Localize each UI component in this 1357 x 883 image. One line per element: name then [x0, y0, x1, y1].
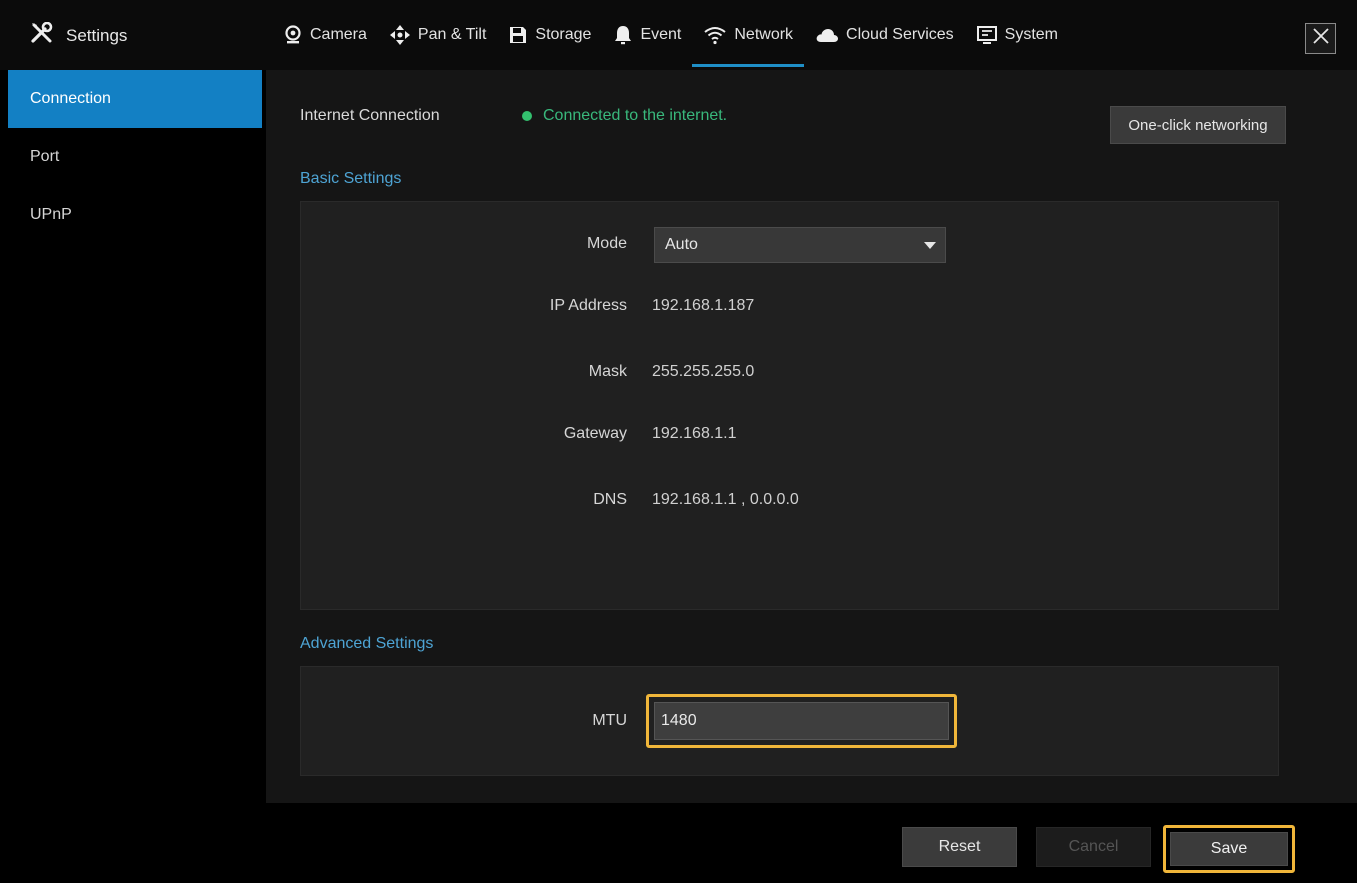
tab-camera-label: Camera: [310, 26, 367, 43]
pan-tilt-icon: [389, 24, 411, 46]
mtu-label: MTU: [592, 712, 627, 729]
tab-camera[interactable]: Camera: [272, 0, 378, 70]
tab-system-label: System: [1004, 26, 1058, 43]
tab-pan-tilt-label: Pan & Tilt: [417, 26, 487, 43]
sidebar-item-label: UPnP: [30, 206, 72, 223]
top-navigation-bar: Settings Camera Pan & Tilt Storage Event: [0, 0, 1357, 70]
tab-cloud-services[interactable]: Cloud Services: [804, 0, 965, 70]
tab-network[interactable]: Network: [692, 0, 804, 70]
settings-tools-icon: [30, 21, 54, 49]
close-icon: [1312, 27, 1330, 50]
ip-address-value: 192.168.1.187: [652, 297, 755, 314]
monitor-icon: [976, 25, 998, 45]
basic-settings-panel: Mode Auto IP Address 192.168.1.187 Mask …: [300, 201, 1279, 610]
tab-cloud-services-label: Cloud Services: [846, 26, 954, 43]
sidebar-item-label: Connection: [30, 90, 111, 107]
advanced-settings-title: Advanced Settings: [300, 635, 434, 652]
mode-select[interactable]: Auto: [654, 227, 946, 263]
mode-select-value: Auto: [665, 236, 698, 253]
gateway-label: Gateway: [563, 425, 627, 442]
storage-icon: [508, 25, 528, 45]
tab-event[interactable]: Event: [602, 0, 692, 70]
tab-network-label: Network: [734, 26, 794, 43]
reset-button[interactable]: Reset: [902, 827, 1017, 867]
internet-connection-label: Internet Connection: [300, 107, 440, 124]
cancel-button[interactable]: Cancel: [1036, 827, 1151, 867]
basic-settings-title: Basic Settings: [300, 170, 402, 187]
advanced-settings-panel: MTU: [300, 666, 1279, 776]
footer-actions: Reset Cancel Save: [266, 803, 1357, 883]
dns-value: 192.168.1.1 , 0.0.0.0: [652, 491, 799, 508]
main-content: Internet Connection Connected to the int…: [266, 70, 1357, 803]
chevron-down-icon: [924, 242, 936, 249]
dns-label: DNS: [593, 491, 627, 508]
connection-status-text: Connected to the internet.: [543, 107, 728, 124]
mask-label: Mask: [588, 363, 627, 380]
one-click-networking-button[interactable]: One-click networking: [1110, 106, 1286, 144]
tab-storage[interactable]: Storage: [497, 0, 602, 70]
mode-label: Mode: [586, 235, 627, 252]
mtu-highlight-frame: [646, 694, 957, 748]
wifi-icon: [703, 25, 727, 45]
main-tabs: Camera Pan & Tilt Storage Event Network: [272, 0, 1069, 70]
save-button[interactable]: Save: [1170, 832, 1288, 866]
gateway-value: 192.168.1.1: [652, 425, 737, 442]
camera-icon: [283, 25, 303, 45]
mask-value: 255.255.255.0: [652, 363, 755, 380]
tab-system[interactable]: System: [965, 0, 1069, 70]
save-highlight-frame: Save: [1163, 825, 1295, 873]
tab-event-label: Event: [640, 26, 682, 43]
mtu-input[interactable]: [654, 702, 949, 740]
sidebar-item-port[interactable]: Port: [8, 128, 262, 186]
tab-pan-tilt[interactable]: Pan & Tilt: [378, 0, 497, 70]
ip-address-label: IP Address: [549, 297, 627, 314]
app-brand: Settings: [30, 21, 128, 49]
status-dot-icon: [522, 111, 532, 121]
sidebar: Connection Port UPnP: [8, 70, 262, 883]
app-title: Settings: [66, 25, 128, 45]
cloud-icon: [815, 26, 839, 44]
close-button[interactable]: [1305, 23, 1336, 54]
connection-status: Connected to the internet.: [522, 107, 727, 125]
sidebar-item-upnp[interactable]: UPnP: [8, 186, 262, 244]
tab-storage-label: Storage: [535, 26, 592, 43]
bell-icon: [613, 25, 633, 45]
sidebar-item-connection[interactable]: Connection: [8, 70, 262, 128]
sidebar-item-label: Port: [30, 148, 60, 165]
